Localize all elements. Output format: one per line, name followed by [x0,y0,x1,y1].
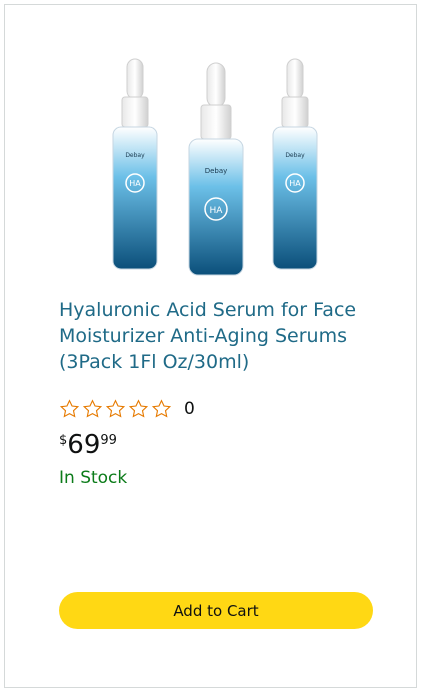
star-empty-icon [59,399,80,418]
rating[interactable]: 0 [59,396,195,422]
add-to-cart-button[interactable]: Add to Cart [59,592,373,629]
review-count[interactable]: 0 [184,399,195,419]
star-empty-icon [105,399,126,418]
price-symbol: $ [59,433,68,448]
star-empty-icon [151,399,172,418]
svg-text:HA: HA [129,179,141,188]
svg-text:HA: HA [289,179,301,188]
product-image[interactable]: Debay HA Debay HA Debay HA [105,51,325,281]
svg-text:Debay: Debay [205,167,228,175]
star-empty-icon [82,399,103,418]
bottle-right: Debay HA [272,58,318,270]
product-title-link[interactable]: Hyaluronic Acid Serum for Face Moisturiz… [59,297,389,375]
bottle-left: Debay HA [112,58,158,270]
price: $6999 [59,430,117,460]
svg-text:Debay: Debay [125,152,145,159]
bottle-middle: Debay HA [188,62,244,276]
svg-text:HA: HA [210,206,224,216]
product-card: Debay HA Debay HA Debay HA Hyaluronic Ac… [4,4,417,688]
stock-status: In Stock [59,468,128,488]
price-fraction: 99 [100,433,117,448]
star-empty-icon [128,399,149,418]
star-rating[interactable] [59,398,174,420]
svg-text:Debay: Debay [285,152,305,159]
price-whole: 69 [67,430,101,460]
